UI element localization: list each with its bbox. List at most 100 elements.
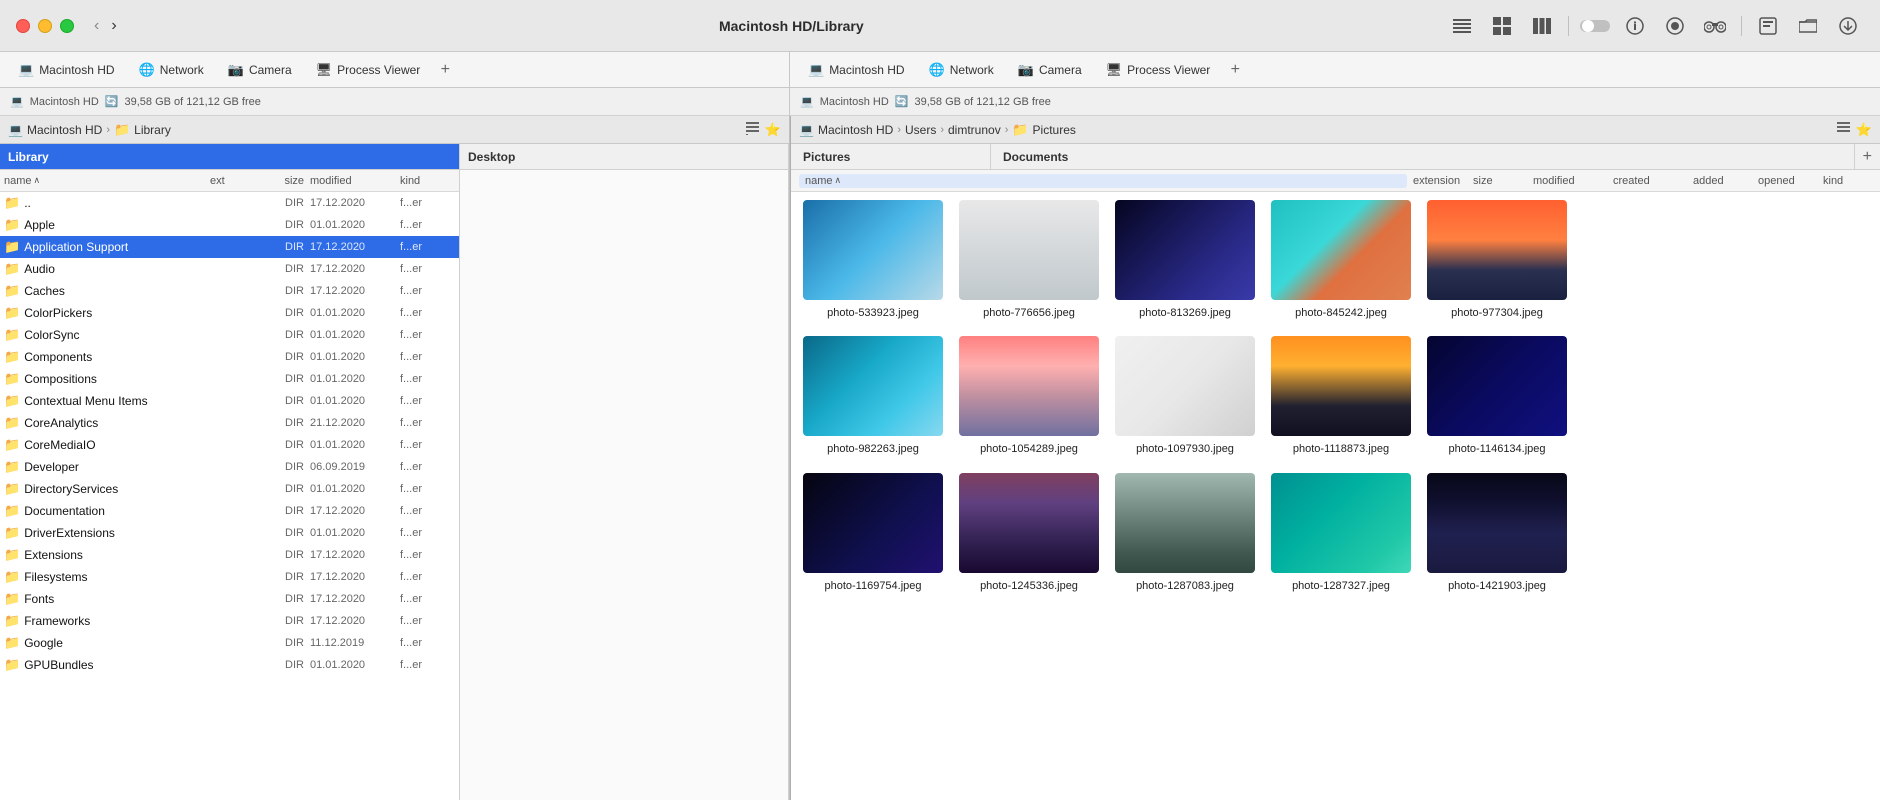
grid-item[interactable]: photo-1118873.jpeg — [1267, 336, 1415, 456]
file-row[interactable]: 📁 Contextual Menu Items DIR 01.01.2020 f… — [0, 390, 459, 412]
right-tab-camera[interactable]: 📷 Camera — [1008, 57, 1092, 83]
th-size[interactable]: size — [245, 175, 310, 187]
file-row[interactable]: 📁 Frameworks DIR 17.12.2020 f...er — [0, 610, 459, 632]
maximize-button[interactable] — [60, 19, 74, 33]
th-ext[interactable]: ext — [210, 175, 245, 187]
grid-item[interactable]: photo-1146134.jpeg — [1423, 336, 1571, 456]
right-breadcrumb-users[interactable]: Users — [905, 123, 936, 137]
binoculars-button[interactable] — [1699, 13, 1731, 39]
file-row[interactable]: 📁 Documentation DIR 17.12.2020 f...er — [0, 500, 459, 522]
left-tab-camera[interactable]: 📷 Camera — [218, 57, 302, 83]
back-arrow[interactable]: ‹ — [90, 15, 103, 37]
add-right-tab-button[interactable]: + — [1224, 59, 1246, 81]
right-tab-process-viewer[interactable]: 🖥 Process Viewer — [1096, 57, 1221, 83]
documents-col-header[interactable]: Documents — [991, 144, 1855, 169]
file-row[interactable]: 📁 DirectoryServices DIR 01.01.2020 f...e… — [0, 478, 459, 500]
grid-item[interactable]: photo-533923.jpeg — [799, 200, 947, 320]
star-icon-right[interactable]: ⭐ — [1856, 122, 1872, 138]
file-row[interactable]: 📁 Apple DIR 01.01.2020 f...er — [0, 214, 459, 236]
rth-size[interactable]: size — [1467, 175, 1527, 187]
info-button[interactable] — [1619, 13, 1651, 39]
file-row[interactable]: 📁 Fonts DIR 17.12.2020 f...er — [0, 588, 459, 610]
file-row[interactable]: 📁 Compositions DIR 01.01.2020 f...er — [0, 368, 459, 390]
left-tab-process-viewer[interactable]: 🖥 Process Viewer — [306, 57, 431, 83]
breadcrumb-macintosh-label[interactable]: Macintosh HD — [27, 123, 102, 137]
rth-added-label: added — [1693, 175, 1724, 187]
left-file-list[interactable]: 📁 .. DIR 17.12.2020 f...er 📁 Apple DIR 0… — [0, 192, 459, 800]
star-icon-left[interactable]: ⭐ — [765, 122, 781, 138]
left-status-content: 💻 Macintosh HD 🔄 39,58 GB of 121,12 GB f… — [0, 88, 789, 116]
grid-item[interactable]: photo-977304.jpeg — [1423, 200, 1571, 320]
rth-created[interactable]: created — [1607, 175, 1687, 187]
list-view-icon — [1453, 19, 1471, 33]
library-column-header[interactable]: Library — [0, 144, 459, 170]
left-tab-macintosh-hd[interactable]: 💻 Macintosh HD — [8, 57, 125, 83]
rth-name[interactable]: name ∧ — [799, 174, 1407, 188]
file-row[interactable]: 📁 Components DIR 01.01.2020 f...er — [0, 346, 459, 368]
file-kind: f...er — [400, 571, 455, 583]
right-breadcrumb-user[interactable]: dimtrunov — [948, 123, 1001, 137]
grid-item[interactable]: photo-1245336.jpeg — [955, 473, 1103, 593]
file-row[interactable]: 📁 CoreMediaIO DIR 01.01.2020 f...er — [0, 434, 459, 456]
file-row[interactable]: 📁 Caches DIR 17.12.2020 f...er — [0, 280, 459, 302]
list-icon-right[interactable] — [1837, 122, 1850, 138]
file-row[interactable]: 📁 Extensions DIR 17.12.2020 f...er — [0, 544, 459, 566]
rth-extension[interactable]: extension — [1407, 175, 1467, 187]
grid-item[interactable]: photo-1169754.jpeg — [799, 473, 947, 593]
column-view-button[interactable] — [1526, 13, 1558, 39]
right-breadcrumb-pictures[interactable]: Pictures — [1033, 123, 1076, 137]
grid-item[interactable]: photo-1097930.jpeg — [1111, 336, 1259, 456]
breadcrumb-library-label[interactable]: Library — [134, 123, 171, 137]
right-grid-container[interactable]: photo-533923.jpegphoto-776656.jpegphoto-… — [791, 192, 1880, 800]
file-size: DIR — [245, 461, 310, 473]
file-row[interactable]: 📁 .. DIR 17.12.2020 f...er — [0, 192, 459, 214]
th-name[interactable]: name ∧ — [4, 175, 210, 187]
file-row[interactable]: 📁 DriverExtensions DIR 01.01.2020 f...er — [0, 522, 459, 544]
right-tab-network[interactable]: 🌐 Network — [919, 57, 1004, 83]
grid-item[interactable]: photo-982263.jpeg — [799, 336, 947, 456]
grid-item[interactable]: photo-1287327.jpeg — [1267, 473, 1415, 593]
pictures-col-header[interactable]: Pictures — [791, 144, 991, 169]
desktop-column-header[interactable]: Desktop — [460, 144, 788, 170]
file-row[interactable]: 📁 ColorSync DIR 01.01.2020 f...er — [0, 324, 459, 346]
rth-opened[interactable]: opened — [1752, 175, 1817, 187]
grid-item[interactable]: photo-1287083.jpeg — [1111, 473, 1259, 593]
file-row[interactable]: 📁 GPUBundles DIR 01.01.2020 f...er — [0, 654, 459, 676]
list-view-button[interactable] — [1446, 13, 1478, 39]
add-left-tab-button[interactable]: + — [434, 59, 456, 81]
sort-arrow-icon: ∧ — [34, 175, 41, 186]
rth-created-label: created — [1613, 175, 1650, 187]
file-row[interactable]: 📁 Audio DIR 17.12.2020 f...er — [0, 258, 459, 280]
file-row[interactable]: 📁 Application Support DIR 17.12.2020 f..… — [0, 236, 459, 258]
file-row[interactable]: 📁 Filesystems DIR 17.12.2020 f...er — [0, 566, 459, 588]
file-row[interactable]: 📁 ColorPickers DIR 01.01.2020 f...er — [0, 302, 459, 324]
right-tab-macintosh-hd[interactable]: 💻 Macintosh HD — [798, 57, 915, 83]
minimize-button[interactable] — [38, 19, 52, 33]
grid-item[interactable]: photo-1421903.jpeg — [1423, 473, 1571, 593]
download-button[interactable] — [1832, 13, 1864, 39]
grid-item[interactable]: photo-1054289.jpeg — [955, 336, 1103, 456]
icon-view-button[interactable] — [1486, 13, 1518, 39]
th-modified[interactable]: modified — [310, 175, 400, 187]
grid-item[interactable]: photo-845242.jpeg — [1267, 200, 1415, 320]
close-button[interactable] — [16, 19, 30, 33]
file-row[interactable]: 📁 Developer DIR 06.09.2019 f...er — [0, 456, 459, 478]
grid-item[interactable]: photo-813269.jpeg — [1111, 200, 1259, 320]
left-tab-network[interactable]: 🌐 Network — [129, 57, 214, 83]
rth-added[interactable]: added — [1687, 175, 1752, 187]
preview-button[interactable] — [1659, 13, 1691, 39]
add-right-col-button[interactable]: + — [1863, 148, 1872, 166]
rth-modified[interactable]: modified — [1527, 175, 1607, 187]
file-size: DIR — [245, 483, 310, 495]
grid-item[interactable]: photo-776656.jpeg — [955, 200, 1103, 320]
rth-kind[interactable]: kind — [1817, 175, 1872, 187]
forward-arrow[interactable]: › — [107, 15, 120, 37]
tag-button[interactable] — [1752, 13, 1784, 39]
th-kind[interactable]: kind — [400, 175, 455, 187]
toggle-button[interactable] — [1579, 13, 1611, 39]
folder-share-button[interactable] — [1792, 13, 1824, 39]
file-row[interactable]: 📁 Google DIR 11.12.2019 f...er — [0, 632, 459, 654]
right-breadcrumb-hd[interactable]: Macintosh HD — [818, 123, 893, 137]
list-icon-left[interactable] — [746, 122, 759, 138]
file-row[interactable]: 📁 CoreAnalytics DIR 21.12.2020 f...er — [0, 412, 459, 434]
